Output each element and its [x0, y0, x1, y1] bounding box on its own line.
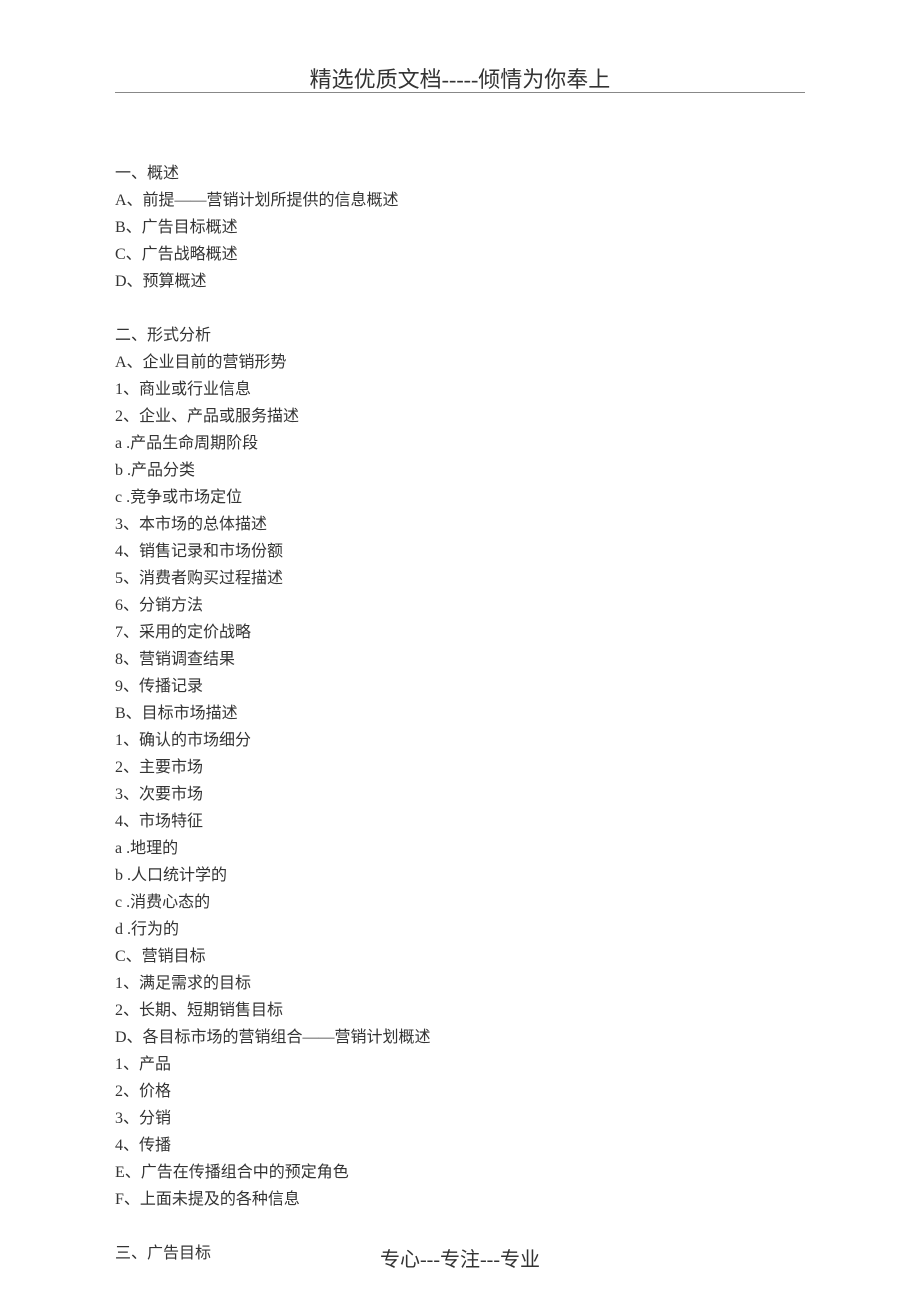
page-footer: 专心---专注---专业: [0, 1243, 920, 1272]
outline-item: 3、本市场的总体描述: [115, 511, 805, 538]
outline-item: d .行为的: [115, 916, 805, 943]
section-title: 二、形式分析: [115, 322, 805, 349]
header-underline: [115, 92, 805, 93]
outline-item: 7、采用的定价战略: [115, 619, 805, 646]
outline-item: b .人口统计学的: [115, 862, 805, 889]
outline-item: 1、产品: [115, 1051, 805, 1078]
page-header: 精选优质文档-----倾情为你奉上: [0, 62, 920, 94]
outline-item: A、前提——营销计划所提供的信息概述: [115, 187, 805, 214]
section-gap: [115, 1213, 805, 1240]
outline-item: a .产品生命周期阶段: [115, 430, 805, 457]
section-gap: [115, 295, 805, 322]
outline-item: 2、企业、产品或服务描述: [115, 403, 805, 430]
outline-item: F、上面未提及的各种信息: [115, 1186, 805, 1213]
outline-item: A、企业目前的营销形势: [115, 349, 805, 376]
outline-item: B、目标市场描述: [115, 700, 805, 727]
outline-item: C、广告战略概述: [115, 241, 805, 268]
outline-item: 1、满足需求的目标: [115, 970, 805, 997]
document-content: 一、概述 A、前提——营销计划所提供的信息概述 B、广告目标概述 C、广告战略概…: [115, 160, 805, 1267]
outline-item: D、预算概述: [115, 268, 805, 295]
outline-item: a .地理的: [115, 835, 805, 862]
outline-item: 2、主要市场: [115, 754, 805, 781]
outline-item: 4、传播: [115, 1132, 805, 1159]
outline-item: 4、市场特征: [115, 808, 805, 835]
outline-item: c .竞争或市场定位: [115, 484, 805, 511]
outline-item: 2、价格: [115, 1078, 805, 1105]
outline-item: 3、次要市场: [115, 781, 805, 808]
outline-item: 1、确认的市场细分: [115, 727, 805, 754]
outline-item: 5、消费者购买过程描述: [115, 565, 805, 592]
outline-item: E、广告在传播组合中的预定角色: [115, 1159, 805, 1186]
outline-item: b .产品分类: [115, 457, 805, 484]
outline-item: 8、营销调查结果: [115, 646, 805, 673]
outline-item: 4、销售记录和市场份额: [115, 538, 805, 565]
outline-item: 1、商业或行业信息: [115, 376, 805, 403]
outline-item: 2、长期、短期销售目标: [115, 997, 805, 1024]
section-title: 一、概述: [115, 160, 805, 187]
outline-item: 9、传播记录: [115, 673, 805, 700]
outline-item: B、广告目标概述: [115, 214, 805, 241]
outline-item: c .消费心态的: [115, 889, 805, 916]
outline-item: C、营销目标: [115, 943, 805, 970]
outline-item: 3、分销: [115, 1105, 805, 1132]
outline-item: D、各目标市场的营销组合——营销计划概述: [115, 1024, 805, 1051]
outline-item: 6、分销方法: [115, 592, 805, 619]
